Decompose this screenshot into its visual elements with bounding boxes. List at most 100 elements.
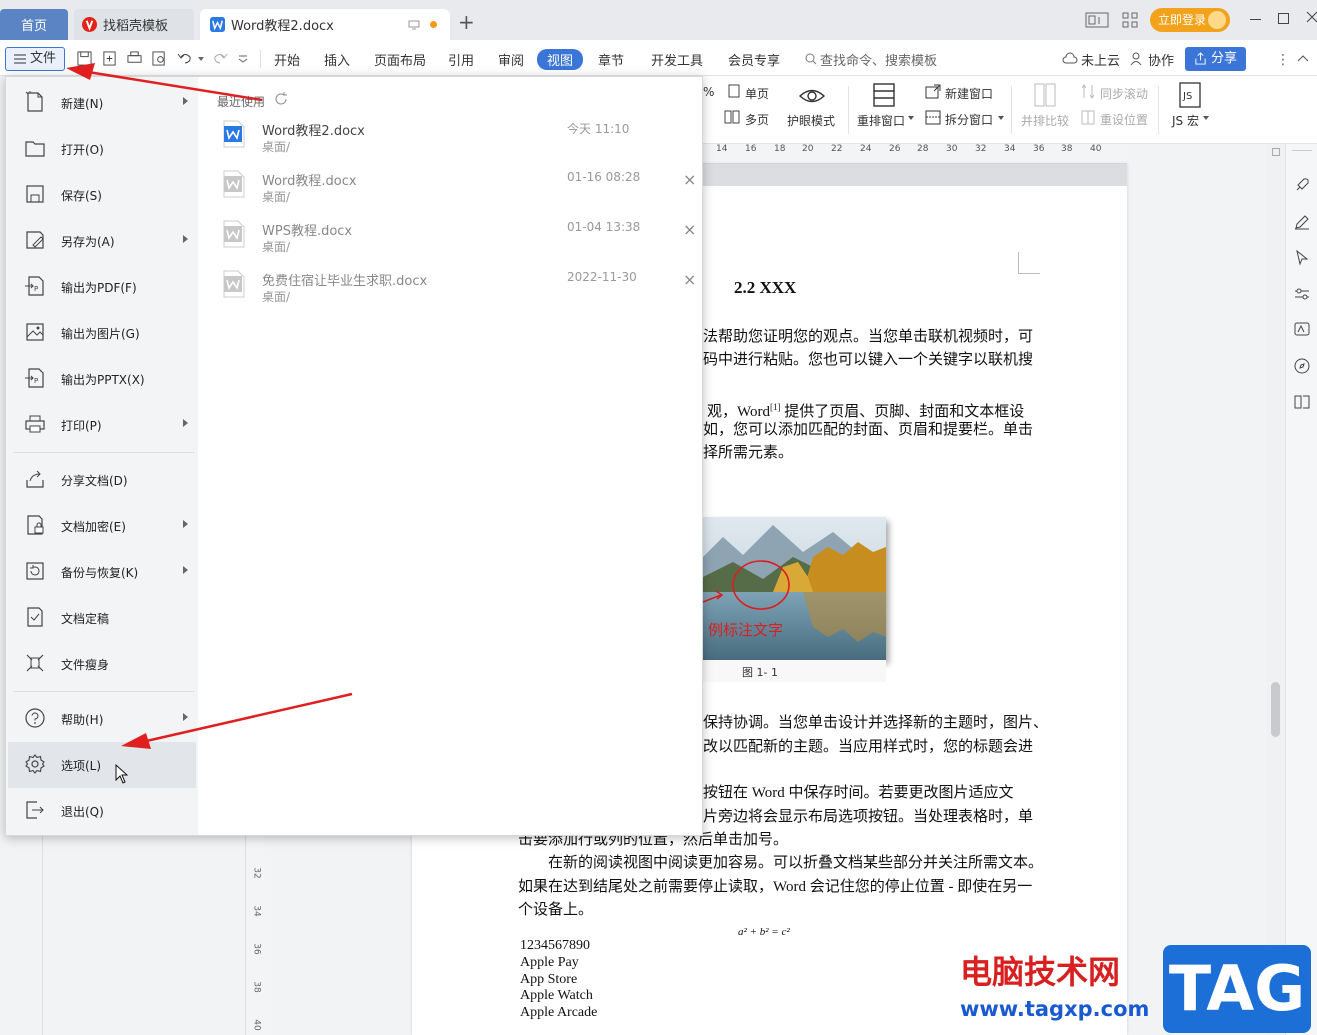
recent-file-item[interactable]: WPS教程.docx 桌面/ 01-04 13:38 × [222,220,702,270]
sliders-icon[interactable] [1294,286,1310,302]
book-icon[interactable] [1294,394,1310,410]
layout-icon[interactable] [1085,12,1109,28]
ruler-toggle-icon[interactable] [1272,148,1280,156]
collapse-ribbon-icon[interactable] [1297,54,1309,62]
compass-icon[interactable] [1294,358,1310,374]
landscape-image[interactable]: 例标注文字 [703,517,886,660]
scrollbar-thumb[interactable] [1271,682,1280,737]
reset-position-button[interactable]: 重设位置 [1100,111,1148,128]
preview-icon[interactable] [152,51,167,66]
menu-item-print[interactable]: 打印(P) [8,402,196,448]
grid-apps-icon[interactable] [1122,12,1138,28]
menu-item-new[interactable]: 新建(N) [8,80,196,126]
new-window-button[interactable]: 新建窗口 [945,85,993,102]
print-icon[interactable] [127,51,142,66]
close-icon[interactable] [1306,11,1317,23]
image-annotation: 例标注文字 [708,621,784,639]
menu-member[interactable]: 会员专享 [728,50,780,69]
split-window-button[interactable]: 拆分窗口 [945,111,993,128]
menu-item-compress[interactable]: 文件瘦身 [8,641,196,687]
rocket-icon[interactable] [1294,177,1310,193]
remove-recent-icon[interactable]: × [683,170,696,189]
js-dropdown-icon[interactable] [1203,116,1209,120]
eye-mode-button[interactable]: 护眼模式 [787,112,835,129]
pen-icon[interactable] [1294,214,1310,230]
menu-item-export-pdf[interactable]: P 输出为PDF(F) [8,264,196,310]
recent-file-item[interactable]: Word教程.docx 桌面/ 01-16 08:28 × [222,170,702,220]
svg-text:P: P [34,285,38,293]
sync-scroll-button[interactable]: 同步滚动 [1100,85,1148,102]
menu-item-help[interactable]: 帮助(H) [8,696,196,742]
single-page-button[interactable]: 单页 [745,85,769,102]
doc-line: 码中进行粘贴。您也可以键入一个关键字以联机搜 [703,352,1034,368]
save-icon[interactable] [77,51,92,66]
share-button[interactable]: 分享 [1185,47,1246,71]
menu-view-active[interactable]: 视图 [537,49,584,70]
collaborate-button[interactable]: 协作 [1148,50,1174,69]
recent-file-location: 桌面/ [262,140,291,154]
undo-icon[interactable] [177,51,193,65]
menu-item-encrypt[interactable]: 文档加密(E) [8,503,196,549]
menu-review[interactable]: 审阅 [498,50,524,69]
image-export-icon [24,321,48,345]
minimize-icon[interactable] [1250,19,1261,20]
word-file-icon [222,270,246,298]
compare-icon [1034,83,1056,107]
recent-file-item[interactable]: 免费住宿让毕业生求职.docx 桌面/ 2022-11-30 × [222,270,702,320]
tab-templates[interactable]: 找稻壳模板 [74,9,194,40]
redo-icon[interactable] [212,51,228,65]
remove-recent-icon[interactable]: × [683,220,696,239]
rearrange-dropdown-icon[interactable] [908,116,914,120]
menu-item-export-image[interactable]: 输出为图片(G) [8,310,196,356]
multi-page-icon [724,110,740,124]
remove-recent-icon[interactable]: × [683,270,696,289]
image-caption: 图 1- 1 [742,666,778,679]
menu-item-export-pptx[interactable]: P 输出为PPTX(X) [8,356,196,402]
menu-item-save-as[interactable]: 另存为(A) [8,218,196,264]
cursor-icon[interactable] [1295,250,1309,266]
menu-item-save[interactable]: 保存(S) [8,172,196,218]
vertical-ruler: 32 34 36 38 40 [245,836,265,1035]
ruler-tick: 14 [716,144,728,154]
tab-home[interactable]: 首页 [0,9,68,40]
undo-dropdown-icon[interactable] [198,57,204,61]
refresh-icon[interactable] [274,92,288,106]
menu-item-finalize[interactable]: 文档定稿 [8,595,196,641]
menu-item-open[interactable]: 打开(O) [8,126,196,172]
new-tab-button[interactable]: + [458,12,475,32]
share-label: 分享 [1211,51,1238,66]
menu-item-exit[interactable]: 退出(Q) [8,788,196,834]
translate-icon[interactable] [1294,322,1310,338]
collaborate-icon [1130,52,1144,66]
vertical-scrollbar[interactable] [1267,144,1285,1035]
quick-access-dropdown-icon[interactable] [238,55,248,63]
recent-file-item[interactable]: Word教程2.docx 桌面/ 今天 11:10 [222,120,702,170]
menu-references[interactable]: 引用 [448,50,474,69]
maximize-icon[interactable] [1278,13,1289,24]
menu-page-layout[interactable]: 页面布局 [374,50,426,69]
separator [260,50,261,68]
file-menu-button[interactable]: 文件 [5,47,65,71]
menu-chapter[interactable]: 章节 [598,50,624,69]
tab-document[interactable]: Word教程2.docx [200,9,450,40]
menu-item-label: 保存(S) [61,188,102,203]
menu-item-share[interactable]: 分享文档(D) [8,457,196,503]
footnote-ref[interactable]: [1] [770,402,781,412]
menu-start[interactable]: 开始 [274,50,300,69]
rearrange-window-button[interactable]: 重排窗口 [857,112,905,129]
command-search-input[interactable]: 查找命令、搜索模板 [820,50,937,69]
multi-page-button[interactable]: 多页 [745,111,769,128]
login-button[interactable]: 立即登录 [1150,8,1230,32]
more-icon[interactable]: ⋮ [1276,52,1290,68]
menu-item-options[interactable]: 选项(L) [8,742,196,788]
menu-developer[interactable]: 开发工具 [651,50,703,69]
cloud-status[interactable]: 未上云 [1081,50,1120,69]
compare-button[interactable]: 并排比较 [1021,112,1069,129]
unsaved-dot-icon [430,21,437,28]
export-icon[interactable] [102,51,117,66]
split-dropdown-icon[interactable] [998,116,1004,120]
js-macro-button[interactable]: JS 宏 [1172,112,1199,129]
menu-item-backup[interactable]: 备份与恢复(K) [8,549,196,595]
monitor-icon[interactable] [408,20,420,30]
menu-insert[interactable]: 插入 [324,50,350,69]
